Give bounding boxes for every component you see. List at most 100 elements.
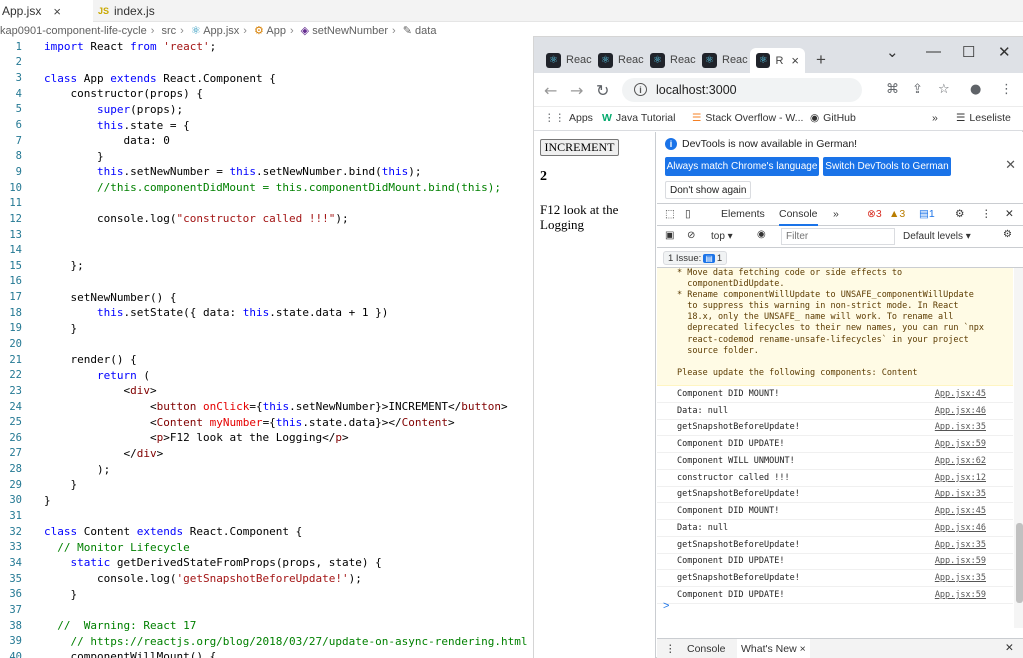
star-icon[interactable]: ☆ [938,82,950,97]
code-line[interactable]: 34 static getDerivedStateFromProps(props… [0,555,534,571]
increment-button[interactable]: INCREMENT [540,139,619,156]
close-icon[interactable]: × [800,643,806,655]
log-source-link[interactable]: App.jsx:46 [935,523,986,533]
close-drawer-icon[interactable]: ✕ [1005,642,1014,654]
code-line[interactable]: 22 return ( [0,367,534,383]
info-icon[interactable]: i [634,83,647,96]
code-line[interactable]: 39 // https://reactjs.org/blog/2018/03/2… [0,633,534,649]
eye-icon[interactable]: ◉ [757,229,766,240]
code-line[interactable]: 19 } [0,321,534,337]
breadcrumb-method[interactable]: setNewNumber [312,25,388,37]
code-line[interactable]: 30} [0,493,534,509]
error-count-badge[interactable]: ⊗3 [867,208,882,220]
code-line[interactable]: 35 console.log('getSnapshotBeforeUpdate!… [0,571,534,587]
code-line[interactable]: 8 } [0,148,534,164]
translate-icon[interactable]: ⌘ [886,82,899,97]
console-settings-icon[interactable]: ⚙ [1003,229,1012,240]
breadcrumb-symbol[interactable]: data [415,25,436,37]
code-line[interactable]: 21 render() { [0,352,534,368]
reload-icon[interactable]: ↻ [596,81,609,100]
breadcrumb-src[interactable]: src [161,25,176,37]
close-icon[interactable]: ✕ [1005,157,1016,173]
log-source-link[interactable]: App.jsx:35 [935,489,986,499]
bookmark-github[interactable]: ◉ GitHub [810,112,856,124]
device-toggle-icon[interactable]: ▯ [685,208,691,220]
code-line[interactable]: 36 } [0,586,534,602]
code-line[interactable]: 18 this.setState({ data: this.state.data… [0,305,534,321]
code-line[interactable]: 13 [0,227,534,243]
log-source-link[interactable]: App.jsx:59 [935,439,986,449]
editor-tab-app-jsx[interactable]: App.jsx × [0,0,93,22]
browser-tab[interactable]: ⚛ Reac [546,49,592,71]
drawer-menu-icon[interactable]: ⋮ [665,643,676,655]
browser-tab[interactable]: ⚛ Reac [702,49,748,71]
clear-console-icon[interactable]: ⊘ [687,230,695,241]
editor-tab-index-js[interactable]: JS index.js [94,0,174,22]
more-bookmarks-button[interactable]: » [932,112,938,124]
profile-icon[interactable]: ● [970,82,981,97]
forward-arrow-icon[interactable]: → [570,81,583,100]
code-line[interactable]: 11 [0,195,534,211]
log-source-link[interactable]: App.jsx:35 [935,540,986,550]
code-line[interactable]: 7 data: 0 [0,133,534,149]
bookmark-apps[interactable]: ⋮⋮ Apps [544,112,593,124]
browser-tab-active[interactable]: ⚛ R × [750,48,805,73]
code-line[interactable]: 12 console.log("constructor called !!!")… [0,211,534,227]
close-icon[interactable]: × [53,4,61,19]
code-line[interactable]: 29 } [0,477,534,493]
chevron-down-icon[interactable]: ⌄ [886,43,899,61]
code-line[interactable]: 10 //this.componentDidMount = this.compo… [0,180,534,196]
browser-tab[interactable]: ⚛ Reac [650,49,696,71]
breadcrumb-class[interactable]: App [266,25,286,37]
close-window-icon[interactable]: ✕ [998,43,1011,61]
drawer-tab-console[interactable]: Console [687,643,726,655]
log-source-link[interactable]: App.jsx:35 [935,573,986,583]
share-icon[interactable]: ⇪ [912,82,923,97]
close-devtools-icon[interactable]: ✕ [1005,208,1014,220]
code-line[interactable]: 28 ); [0,461,534,477]
code-line[interactable]: 5 super(props); [0,102,534,118]
console-scrollbar[interactable] [1014,268,1023,628]
url-bar[interactable]: i localhost:3000 [622,78,862,102]
code-line[interactable]: 20 [0,336,534,352]
code-line[interactable]: 1 import React from 'react'; [0,39,534,55]
context-selector[interactable]: top ▾ [711,231,733,242]
code-line[interactable]: 17 setNewNumber() { [0,289,534,305]
settings-gear-icon[interactable]: ⚙ [955,208,964,220]
code-line[interactable]: 16 [0,274,534,290]
more-menu-icon[interactable]: ⋮ [981,208,992,220]
bookmark-java-tutorial[interactable]: W Java Tutorial [602,112,675,124]
new-tab-button[interactable]: + [816,49,826,71]
dont-show-again-button[interactable]: Don't show again [665,181,752,199]
log-source-link[interactable]: App.jsx:45 [935,389,986,399]
code-line[interactable]: 6 this.state = { [0,117,534,133]
code-line[interactable]: 27 </div> [0,446,534,462]
minimize-icon[interactable]: — [926,43,941,60]
code-line[interactable]: 33 // Monitor Lifecycle [0,540,534,556]
bookmark-stack-overflow[interactable]: ☰ Stack Overflow - W... [692,112,803,124]
warning-count-badge[interactable]: ▲3 [889,208,905,220]
reading-list[interactable]: ☰ Leseliste [956,112,1011,124]
log-source-link[interactable]: App.jsx:46 [935,406,986,416]
breadcrumb-folder[interactable]: kap0901-component-life-cycle [0,25,147,37]
code-line[interactable]: 2 [0,55,534,71]
code-line[interactable]: 25 <Content myNumber={this.state.data}><… [0,414,534,430]
code-line[interactable]: 23 <div> [0,383,534,399]
code-line[interactable]: 14 [0,242,534,258]
code-line[interactable]: 38 // Warning: React 17 [0,618,534,634]
log-source-link[interactable]: App.jsx:35 [935,422,986,432]
maximize-icon[interactable]: ☐ [962,43,975,61]
scrollbar-thumb[interactable] [1016,523,1023,603]
code-line[interactable]: 32 class Content extends React.Component … [0,524,534,540]
log-source-link[interactable]: App.jsx:62 [935,456,986,466]
switch-to-german-button[interactable]: Switch DevTools to German [823,157,951,176]
sidebar-toggle-icon[interactable]: ▣ [665,230,674,241]
more-menu-icon[interactable]: ⋮ [1000,82,1013,97]
issues-button[interactable]: 1 Issue: ▤ 1 [663,251,728,265]
more-tabs-button[interactable]: » [833,208,839,220]
match-language-button[interactable]: Always match Chrome's language [665,157,819,176]
code-line[interactable]: 31 [0,508,534,524]
log-source-link[interactable]: App.jsx:45 [935,506,986,516]
log-source-link[interactable]: App.jsx:12 [935,473,986,483]
console-prompt[interactable]: > [663,600,669,612]
